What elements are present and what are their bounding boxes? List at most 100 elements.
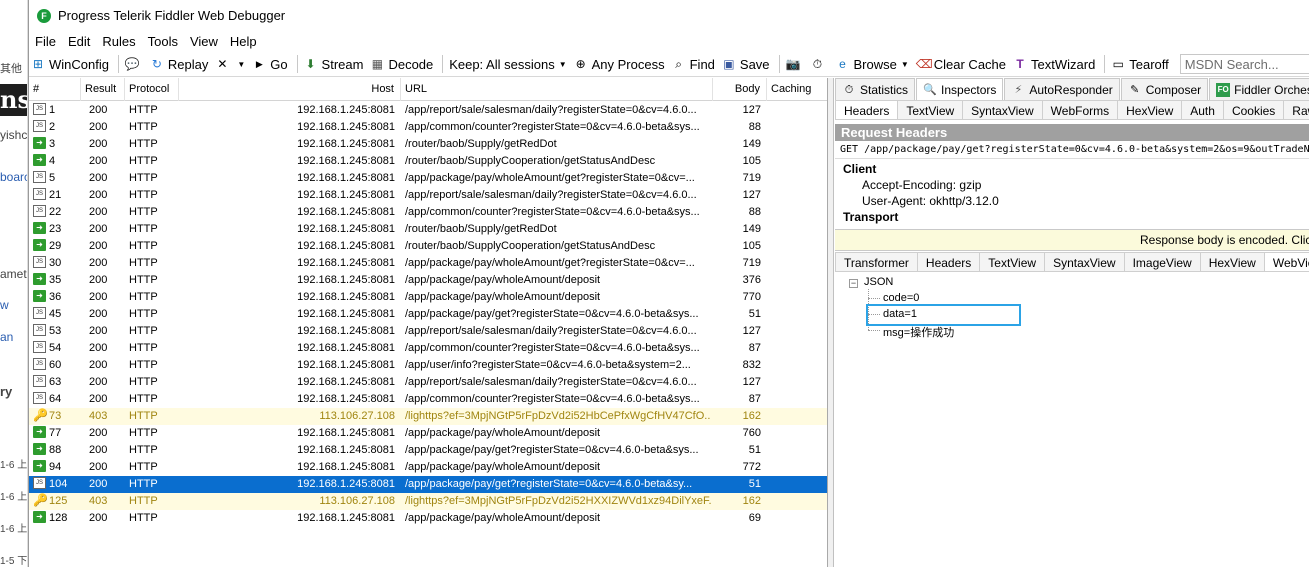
session-row[interactable]: JS 45 200 HTTP 192.168.1.245:8081/app/packag… xyxy=(29,306,827,323)
menu-edit[interactable]: Edit xyxy=(68,34,90,49)
textwizard-label: TextWizard xyxy=(1031,56,1096,72)
session-id: 4 xyxy=(49,155,56,167)
session-row[interactable]: ➜ 77 200 HTTP 192.168.1.245:8081/app/package… xyxy=(29,425,827,442)
session-row[interactable]: ➜ 23 200 HTTP 192.168.1.245:8081/router/baob… xyxy=(29,221,827,238)
transport-section-label[interactable]: Transport xyxy=(843,210,898,224)
session-row[interactable]: JS 30 200 HTTP 192.168.1.245:8081/app/packag… xyxy=(29,255,827,272)
decode-button[interactable]: ▦ Decode xyxy=(370,57,433,72)
session-row[interactable]: JS 104 200 HTTP 192.168.1.245:8081/app/packa… xyxy=(29,476,827,493)
timer-button[interactable]: ⏱ xyxy=(810,57,828,71)
pane-splitter[interactable] xyxy=(828,78,834,567)
session-id: 60 xyxy=(49,359,62,371)
col-header-url[interactable]: URL xyxy=(401,78,713,101)
menu-file[interactable]: File xyxy=(35,34,56,49)
req-tab-raw[interactable]: Raw xyxy=(1283,100,1309,120)
session-row[interactable]: JS 63 200 HTTP 192.168.1.245:8081/app/report… xyxy=(29,374,827,391)
req-tab-syntaxview[interactable]: SyntaxView xyxy=(962,100,1043,120)
session-row[interactable]: ➜ 3 200 HTTP 192.168.1.245:8081/router/baob/… xyxy=(29,136,827,153)
session-row[interactable]: ➜ 35 200 HTTP 192.168.1.245:8081/app/package… xyxy=(29,272,827,289)
keep-sessions-dropdown[interactable]: Keep: All sessions ▼ xyxy=(449,57,566,72)
session-row[interactable]: JS 54 200 HTTP 192.168.1.245:8081/app/common… xyxy=(29,340,827,357)
session-host: 113.106.27.108 xyxy=(319,495,395,507)
session-row[interactable]: JS 2 200 HTTP 192.168.1.245:8081/app/common/… xyxy=(29,119,827,136)
session-protocol: HTTP xyxy=(129,104,158,116)
col-header-body[interactable]: Body xyxy=(713,78,767,101)
clear-cache-button[interactable]: ⌫ Clear Cache xyxy=(916,57,1006,72)
session-protocol: HTTP xyxy=(129,359,158,371)
session-host: 192.168.1.245:8081 xyxy=(297,172,395,184)
req-tab-hexview[interactable]: HexView xyxy=(1117,100,1183,120)
browse-button[interactable]: e Browse ▼ xyxy=(835,57,909,72)
resp-tab-headers[interactable]: Headers xyxy=(916,252,981,272)
json-root-node[interactable]: JSON xyxy=(864,276,893,288)
encoded-body-notice[interactable]: Response body is encoded. Click t xyxy=(835,229,1309,251)
session-result: 200 xyxy=(89,274,108,286)
tearoff-button[interactable]: ▭ Tearoff xyxy=(1111,57,1169,72)
tab-orchestra-label: Fiddler Orchestra Be xyxy=(1234,82,1309,97)
session-row[interactable]: ➜ 4 200 HTTP 192.168.1.245:8081/router/baob/… xyxy=(29,153,827,170)
req-tab-cookies[interactable]: Cookies xyxy=(1222,100,1285,120)
req-tab-auth[interactable]: Auth xyxy=(1181,100,1224,120)
collapse-toggle-icon[interactable]: − xyxy=(849,279,858,288)
json-node-code[interactable]: code=0 xyxy=(883,292,919,304)
tab-statistics[interactable]: ⏱ Statistics xyxy=(835,78,916,100)
top-tab-row: ⏱ Statistics 🔍 Inspectors ⚡ AutoResponde… xyxy=(835,78,1309,100)
session-row[interactable]: ➜ 29 200 HTTP 192.168.1.245:8081/router/baob… xyxy=(29,238,827,255)
col-header-host[interactable]: Host xyxy=(179,78,401,101)
req-tab-webforms[interactable]: WebForms xyxy=(1041,100,1119,120)
session-row[interactable]: JS 1 200 HTTP 192.168.1.245:8081/app/report/… xyxy=(29,102,827,119)
req-tab-textview[interactable]: TextView xyxy=(897,100,964,120)
session-row[interactable]: JS 22 200 HTTP 192.168.1.245:8081/app/common… xyxy=(29,204,827,221)
stream-button[interactable]: ⬇ Stream xyxy=(304,57,364,72)
menu-rules[interactable]: Rules xyxy=(102,34,135,49)
session-row[interactable]: JS 64 200 HTTP 192.168.1.245:8081/app/common… xyxy=(29,391,827,408)
tab-inspectors[interactable]: 🔍 Inspectors xyxy=(916,78,1004,100)
json-node-msg[interactable]: msg=操作成功 xyxy=(883,324,954,340)
comment-button[interactable]: 💬 xyxy=(125,57,143,71)
tab-orchestra[interactable]: FO Fiddler Orchestra Be xyxy=(1209,78,1309,100)
client-section-label[interactable]: Client xyxy=(843,162,876,176)
menu-view[interactable]: View xyxy=(190,34,218,49)
winconfig-button[interactable]: ⊞ WinConfig xyxy=(31,57,109,72)
menu-tools[interactable]: Tools xyxy=(148,34,178,49)
resp-tab-transformer[interactable]: Transformer xyxy=(835,252,918,272)
session-row[interactable]: 🔑73 403 HTTP 113.106.27.108/lighttps?ef=3Mp… xyxy=(29,408,827,425)
tab-autoresponder[interactable]: ⚡ AutoResponder xyxy=(1004,78,1120,100)
session-protocol: HTTP xyxy=(129,444,158,456)
replay-button[interactable]: ↻ Replay xyxy=(150,57,209,72)
go-button[interactable]: ▶ Go xyxy=(252,57,288,72)
save-button[interactable]: ▣ Save xyxy=(722,57,769,72)
textwizard-button[interactable]: T TextWizard xyxy=(1013,57,1095,72)
req-tab-headers[interactable]: Headers xyxy=(835,100,899,120)
find-button[interactable]: ⌕ Find xyxy=(672,57,715,72)
resp-tab-webview[interactable]: WebView xyxy=(1263,252,1309,272)
msdn-search-input[interactable]: MSDN Search... xyxy=(1179,54,1309,74)
remove-button[interactable]: ✕ ▼ xyxy=(215,57,245,71)
session-row[interactable]: ➜ 36 200 HTTP 192.168.1.245:8081/app/package… xyxy=(29,289,827,306)
screenshot-button[interactable]: 📷 xyxy=(785,57,803,71)
resp-tab-imageview[interactable]: ImageView xyxy=(1123,252,1201,272)
header-user-agent[interactable]: User-Agent: okhttp/3.12.0 xyxy=(862,194,999,208)
session-row[interactable]: 🔑125 403 HTTP 113.106.27.108/lighttps?ef=3M… xyxy=(29,493,827,510)
session-result: 200 xyxy=(89,427,108,439)
session-row[interactable]: ➜ 128 200 HTTP 192.168.1.245:8081/app/packag… xyxy=(29,510,827,527)
col-header-caching[interactable]: Caching xyxy=(767,78,827,101)
col-header-protocol[interactable]: Protocol xyxy=(125,78,179,101)
tab-inspectors-label: Inspectors xyxy=(941,82,997,97)
session-row[interactable]: JS 53 200 HTTP 192.168.1.245:8081/app/report… xyxy=(29,323,827,340)
resp-tab-textview[interactable]: TextView xyxy=(979,252,1046,272)
header-accept-encoding[interactable]: Accept-Encoding: gzip xyxy=(862,178,981,192)
camera-icon: 📷 xyxy=(785,57,801,71)
session-row[interactable]: ➜ 88 200 HTTP 192.168.1.245:8081/app/package… xyxy=(29,442,827,459)
session-row[interactable]: JS 5 200 HTTP 192.168.1.245:8081/app/package… xyxy=(29,170,827,187)
session-row[interactable]: JS 21 200 HTTP 192.168.1.245:8081/app/report… xyxy=(29,187,827,204)
session-row[interactable]: ➜ 94 200 HTTP 192.168.1.245:8081/app/package… xyxy=(29,459,827,476)
col-header-id[interactable]: # xyxy=(29,78,81,101)
any-process-button[interactable]: ⊕ Any Process xyxy=(574,57,665,72)
resp-tab-hexview[interactable]: HexView xyxy=(1199,252,1265,272)
col-header-result[interactable]: Result xyxy=(81,78,125,101)
resp-tab-syntaxview[interactable]: SyntaxView xyxy=(1044,252,1125,272)
session-row[interactable]: JS 60 200 HTTP 192.168.1.245:8081/app/user/i… xyxy=(29,357,827,374)
menu-help[interactable]: Help xyxy=(230,34,257,49)
tab-composer[interactable]: ✎ Composer xyxy=(1120,78,1209,100)
